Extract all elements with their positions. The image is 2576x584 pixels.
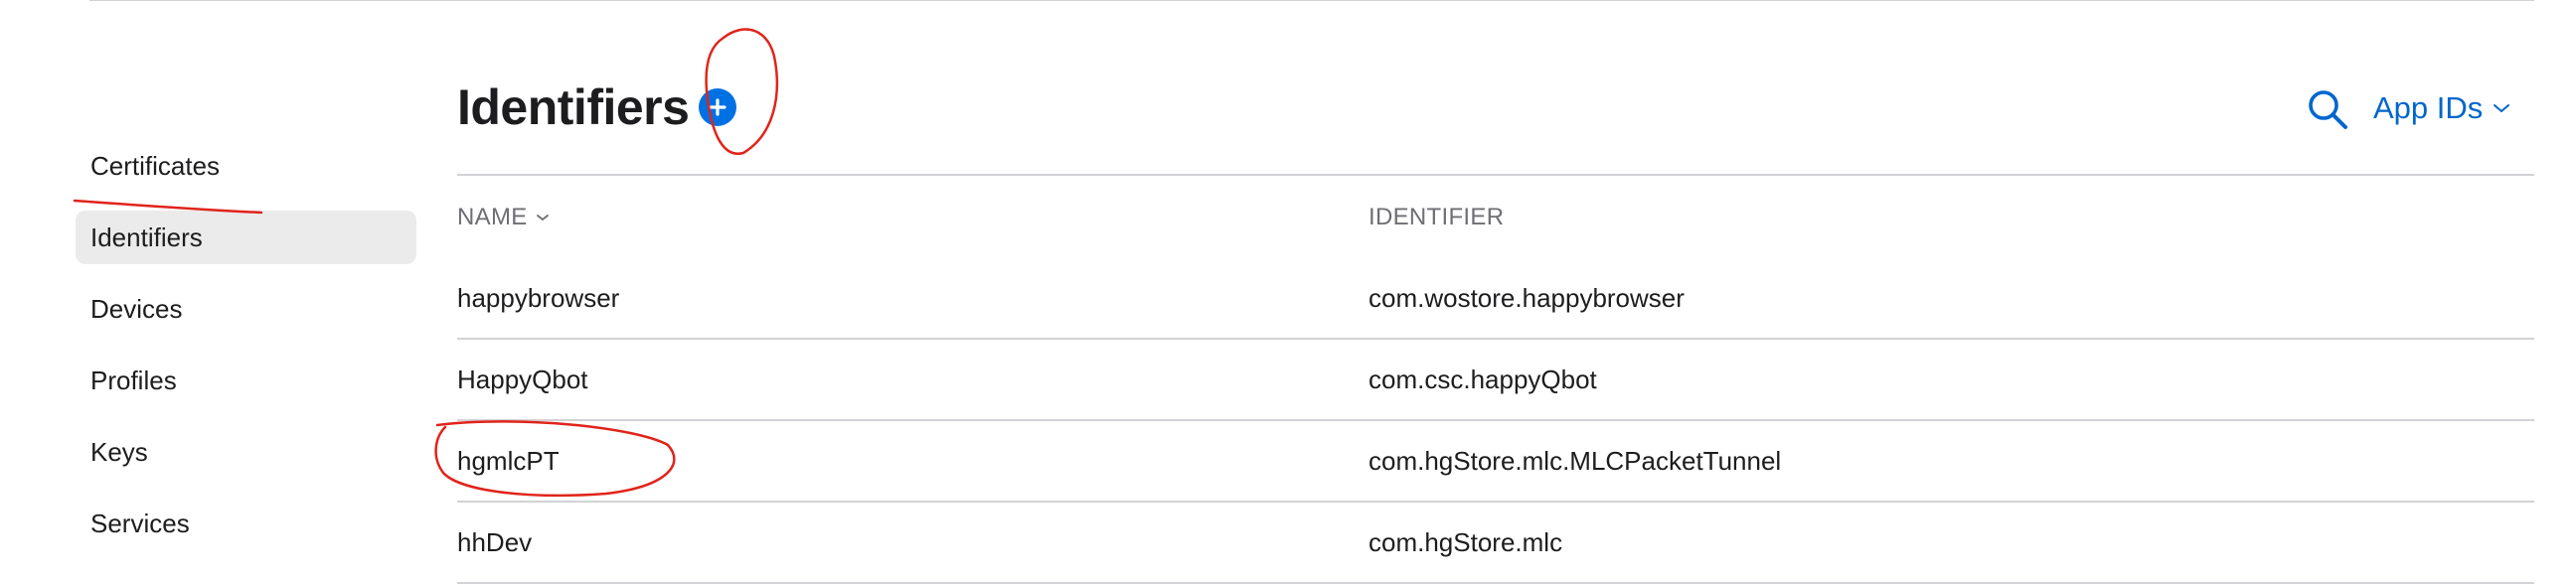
cell-name: hgmlcPT (457, 445, 560, 476)
sidebar-item-keys[interactable]: Keys (76, 425, 416, 479)
cell-identifier: com.csc.happyQbot (1368, 364, 1597, 394)
filter-label: App IDs (2373, 90, 2484, 125)
column-header-name[interactable]: NAME (457, 204, 1368, 231)
sidebar-item-certificates[interactable]: Certificates (76, 139, 416, 193)
add-identifier-button[interactable] (699, 88, 737, 126)
cell-name: hhDev (457, 526, 533, 557)
app-ids-filter-dropdown[interactable]: App IDs (2373, 85, 2510, 131)
column-header-label: IDENTIFIER (1368, 204, 1505, 230)
top-divider (89, 0, 2534, 1)
table-row[interactable]: hgmlcPT com.hgStore.mlc.MLCPacketTunnel (457, 421, 2534, 503)
sidebar-item-label: Devices (90, 293, 183, 324)
table-row[interactable]: happybrowser com.wostore.happybrowser (457, 258, 2534, 340)
column-header-identifier: IDENTIFIER (1368, 204, 1504, 231)
identifiers-table: NAME IDENTIFIER happybrowser com.wostore… (457, 177, 2534, 584)
cell-name: HappyQbot (457, 364, 588, 394)
table-row[interactable]: hhDev com.hgStore.mlc (457, 503, 2534, 584)
table-header: NAME IDENTIFIER (457, 177, 2534, 258)
page-header: Identifiers (457, 75, 737, 139)
sidebar-item-label: Services (90, 508, 190, 538)
sidebar-item-identifiers[interactable]: Identifiers (76, 211, 416, 264)
chevron-down-icon (536, 215, 549, 220)
sidebar-item-label: Profiles (90, 365, 177, 395)
search-button[interactable] (2306, 87, 2349, 131)
search-icon (2309, 90, 2347, 129)
sidebar-item-label: Certificates (90, 150, 221, 181)
sidebar-item-services[interactable]: Services (76, 497, 416, 550)
sidebar-item-label: Keys (90, 436, 148, 467)
sidebar-item-devices[interactable]: Devices (76, 282, 416, 336)
cell-identifier: com.wostore.happybrowser (1368, 282, 1685, 313)
sidebar-nav: Certificates Identifiers Devices Profile… (76, 139, 416, 568)
plus-circle-icon (709, 98, 727, 116)
chevron-down-icon (2494, 104, 2510, 112)
cell-identifier: com.hgStore.mlc.MLCPacketTunnel (1368, 445, 1782, 476)
cell-identifier: com.hgStore.mlc (1368, 526, 1563, 557)
sidebar-item-label: Identifiers (90, 221, 203, 252)
column-header-label: NAME (457, 204, 528, 230)
sidebar-item-profiles[interactable]: Profiles (76, 354, 416, 407)
table-row[interactable]: HappyQbot com.csc.happyQbot (457, 340, 2534, 421)
header-divider (457, 174, 2534, 176)
page-title: Identifiers (457, 79, 690, 135)
cell-name: happybrowser (457, 282, 620, 313)
